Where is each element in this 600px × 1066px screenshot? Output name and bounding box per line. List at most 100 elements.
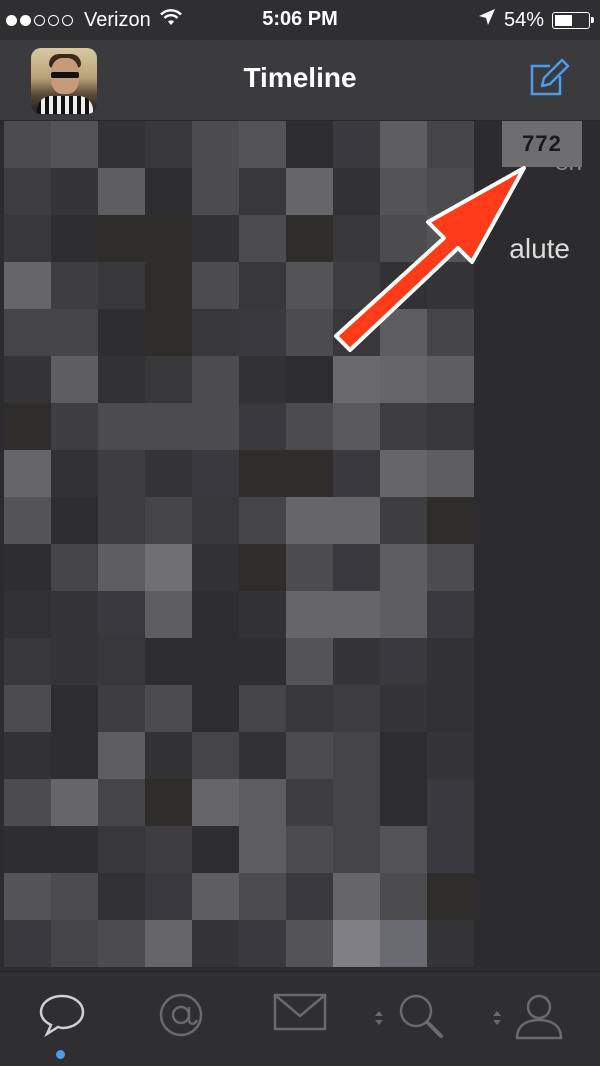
tab-mentions[interactable] (156, 992, 206, 1052)
search-icon (399, 994, 443, 1038)
redacted-pixel (333, 638, 380, 685)
redacted-pixel (145, 262, 192, 309)
redacted-pixel (239, 638, 286, 685)
redacted-pixel (239, 309, 286, 356)
redacted-pixel (4, 732, 51, 779)
redacted-pixel (286, 638, 333, 685)
redacted-pixel (427, 638, 474, 685)
redacted-pixel (145, 591, 192, 638)
redacted-pixel (51, 309, 98, 356)
redacted-pixel (192, 356, 239, 403)
redacted-pixel (145, 685, 192, 732)
status-right: 54% (478, 8, 594, 32)
redacted-pixel (51, 168, 98, 215)
redacted-pixel (98, 591, 145, 638)
redacted-pixel (145, 121, 192, 168)
redacted-pixel (239, 497, 286, 544)
redacted-pixel (286, 920, 333, 967)
redacted-pixel (286, 779, 333, 826)
annotation-arrow (334, 166, 526, 352)
tab-bar (0, 971, 600, 1066)
redacted-pixel (239, 591, 286, 638)
redacted-pixel (427, 450, 474, 497)
redacted-pixel (192, 450, 239, 497)
redacted-pixel (380, 356, 427, 403)
compose-icon (530, 58, 570, 96)
redacted-pixel (380, 450, 427, 497)
redacted-pixel (286, 497, 333, 544)
redacted-pixel (192, 262, 239, 309)
redacted-pixel (333, 732, 380, 779)
redacted-pixel (286, 826, 333, 873)
redacted-pixel (192, 309, 239, 356)
redacted-pixel (98, 873, 145, 920)
redacted-pixel (239, 121, 286, 168)
redacted-pixel (333, 779, 380, 826)
redacted-pixel (427, 732, 474, 779)
redacted-pixel (98, 638, 145, 685)
redacted-pixel (145, 779, 192, 826)
redacted-pixel (51, 403, 98, 450)
compose-button[interactable] (526, 56, 570, 100)
redacted-pixel (239, 544, 286, 591)
redacted-pixel (380, 544, 427, 591)
tab-timeline[interactable] (34, 992, 90, 1052)
redacted-pixel (192, 591, 239, 638)
redacted-pixel (333, 450, 380, 497)
redacted-pixel (286, 732, 333, 779)
avatar-shirt (37, 96, 93, 114)
location-arrow-icon (478, 8, 496, 32)
redacted-pixel (286, 591, 333, 638)
redacted-pixel (4, 591, 51, 638)
redacted-pixel (51, 779, 98, 826)
redacted-pixel (239, 262, 286, 309)
redacted-pixel (4, 920, 51, 967)
tab-search[interactable] (396, 992, 446, 1052)
redacted-pixel (145, 168, 192, 215)
redacted-pixel (98, 121, 145, 168)
redacted-pixel (192, 732, 239, 779)
redacted-pixel (380, 497, 427, 544)
redacted-pixel (145, 309, 192, 356)
redacted-pixel (145, 732, 192, 779)
redacted-pixel (98, 403, 145, 450)
redacted-pixel (98, 356, 145, 403)
speech-bubble-icon (39, 994, 85, 1038)
redacted-pixel (427, 873, 474, 920)
redacted-pixel (192, 779, 239, 826)
redacted-pixel (98, 544, 145, 591)
redacted-pixel (333, 920, 380, 967)
redacted-pixel (380, 638, 427, 685)
redacted-pixel (427, 591, 474, 638)
redacted-pixel (192, 544, 239, 591)
tab-profile[interactable] (512, 992, 566, 1052)
redacted-pixel (333, 685, 380, 732)
nav-bar: Timeline (0, 40, 600, 121)
redacted-pixel (145, 403, 192, 450)
redacted-pixel (98, 309, 145, 356)
redacted-pixel (239, 779, 286, 826)
redacted-pixel (380, 403, 427, 450)
redacted-pixel (98, 826, 145, 873)
battery-icon (552, 11, 594, 29)
redacted-pixel (98, 168, 145, 215)
redacted-pixel (4, 215, 51, 262)
redacted-pixel (333, 356, 380, 403)
redacted-pixel (145, 497, 192, 544)
redacted-pixel (4, 826, 51, 873)
redacted-pixel (98, 685, 145, 732)
redacted-pixel (51, 450, 98, 497)
redacted-pixel (4, 685, 51, 732)
redacted-pixel (427, 779, 474, 826)
battery-fill (555, 14, 572, 26)
redacted-pixel (98, 732, 145, 779)
tab-messages[interactable] (270, 992, 330, 1052)
redacted-pixel (380, 779, 427, 826)
redacted-pixel (4, 450, 51, 497)
redacted-pixel (192, 168, 239, 215)
status-bar: Verizon 5:06 PM 54% (0, 0, 600, 40)
redacted-pixel (192, 920, 239, 967)
at-icon (159, 993, 203, 1037)
redacted-pixel (239, 685, 286, 732)
redacted-pixel (51, 826, 98, 873)
